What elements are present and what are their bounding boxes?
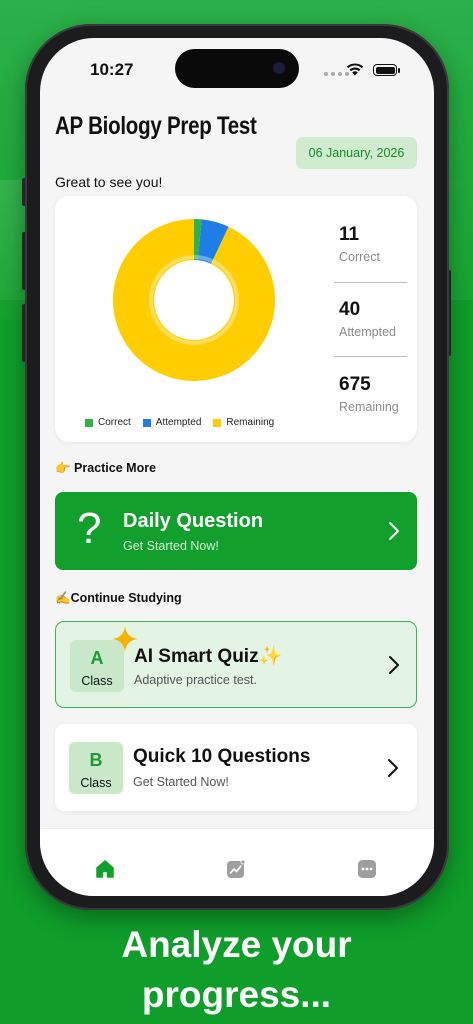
donut-inner-ring: [149, 255, 239, 345]
class-badge-letter: B: [89, 750, 103, 770]
stat-remaining: 675 Remaining: [339, 374, 399, 414]
quick-10-subtitle: Get Started Now!: [133, 775, 229, 789]
stat-correct-value: 11: [339, 224, 360, 245]
tagline-line-2: progress...: [141, 974, 332, 1015]
chevron-right-icon: [388, 759, 398, 777]
phone-frame: 10:27 AP Biology Prep Test Great to see …: [25, 24, 449, 910]
bottom-tab-bar: [40, 828, 434, 896]
class-badge: B Class: [69, 742, 123, 794]
legend-label-correct: Correct: [98, 417, 131, 428]
stats-card: Correct Attempted Remaining 11 Correct 4…: [55, 196, 417, 442]
ai-smart-quiz-card[interactable]: A Class AI Smart Quiz✨ Adaptive practice…: [55, 621, 417, 708]
daily-question-subtitle: Get Started Now!: [123, 539, 219, 553]
question-mark-icon: ?: [77, 504, 102, 553]
more-icon[interactable]: [357, 859, 377, 879]
progress-donut-chart: [113, 219, 275, 381]
home-content: AP Biology Prep Test Great to see you! 0…: [40, 38, 434, 896]
practice-more-heading: 👉 Practice More: [55, 461, 157, 475]
chart-legend: Correct Attempted Remaining: [85, 417, 274, 428]
donut-slice-remaining: [113, 219, 275, 381]
stat-attempted-value: 40: [339, 299, 361, 320]
daily-question-title: Daily Question: [123, 510, 264, 532]
greeting-text: Great to see you!: [55, 174, 163, 190]
progress-chart-icon[interactable]: [226, 859, 246, 879]
tagline-line-1: Analyze your: [121, 924, 352, 965]
quick-10-title: Quick 10 Questions: [133, 746, 311, 767]
quick-10-questions-card[interactable]: B Class Quick 10 Questions Get Started N…: [55, 724, 417, 811]
legend-item-correct: Correct: [85, 417, 131, 428]
home-icon[interactable]: [95, 859, 115, 879]
chevron-right-icon: [389, 656, 399, 674]
legend-label-attempted: Attempted: [155, 417, 202, 428]
class-badge-label: Class: [81, 674, 113, 688]
stat-correct-label: Correct: [339, 250, 380, 264]
legend-item-attempted: Attempted: [142, 417, 202, 428]
continue-studying-heading: ✍️Continue Studying: [55, 591, 182, 605]
stat-remaining-value: 675: [339, 374, 371, 395]
stat-divider: [334, 282, 407, 283]
class-badge-label: Class: [80, 776, 112, 790]
ai-smart-quiz-subtitle: Adaptive practice test.: [134, 673, 257, 687]
stat-correct: 11 Correct: [339, 224, 380, 264]
date-badge: 06 January, 2026: [296, 137, 417, 169]
stat-divider: [334, 356, 407, 357]
chevron-right-icon: [389, 522, 399, 540]
app-title: AP Biology Prep Test: [55, 112, 257, 140]
stat-remaining-label: Remaining: [339, 400, 399, 414]
stat-attempted-label: Attempted: [339, 325, 396, 339]
legend-item-remaining: Remaining: [213, 417, 274, 428]
legend-label-remaining: Remaining: [226, 417, 275, 428]
ai-smart-quiz-title: AI Smart Quiz✨: [134, 646, 283, 667]
daily-question-card[interactable]: ? Daily Question Get Started Now!: [55, 492, 417, 570]
phone-screen: 10:27 AP Biology Prep Test Great to see …: [40, 38, 434, 896]
stat-attempted: 40 Attempted: [339, 299, 396, 339]
